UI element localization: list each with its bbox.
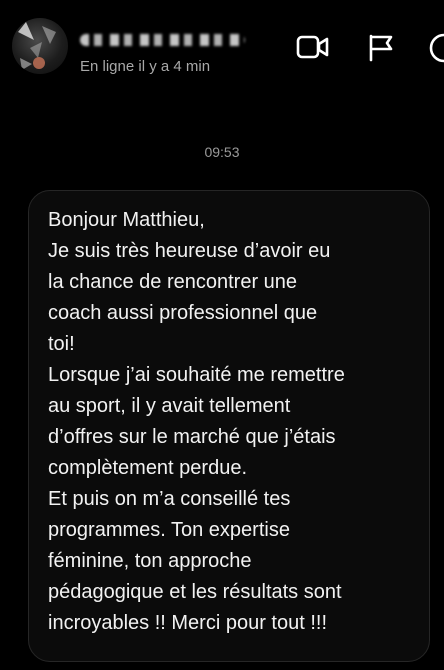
- online-status: En ligne il y a 4 min: [80, 58, 211, 75]
- info-icon[interactable]: [428, 32, 444, 64]
- chat-header: En ligne il y a 4 min: [0, 0, 444, 96]
- contact-avatar[interactable]: [12, 18, 68, 74]
- contact-name-redacted: [80, 34, 245, 46]
- message-line: féminine, ton approche: [48, 550, 252, 572]
- message-line: complètement perdue.: [48, 457, 248, 479]
- report-flag-icon[interactable]: [366, 32, 398, 64]
- message-bubble[interactable]: Bonjour Matthieu, Je suis très heureuse …: [28, 190, 430, 662]
- message-line: toi!: [48, 333, 75, 355]
- message-line: la chance de rencontrer une: [48, 271, 298, 293]
- message-line: Je suis très heureuse d’avoir eu: [48, 240, 331, 262]
- message-line: Et puis on m’a conseillé tes: [48, 488, 291, 510]
- video-call-icon[interactable]: [296, 32, 329, 64]
- message-timestamp: 09:53: [204, 144, 240, 160]
- message-line: programmes. Ton expertise: [48, 519, 290, 541]
- message-line: Lorsque j’ai souhaité me remettre: [48, 364, 345, 386]
- message-line: d’offres sur le marché que j’étais: [48, 426, 336, 448]
- message-line: au sport, il y avait tellement: [48, 395, 291, 417]
- message-line: coach aussi professionnel que: [48, 302, 318, 324]
- header-actions: [294, 32, 444, 64]
- avatar-image-icon: [18, 22, 56, 70]
- message-line: Bonjour Matthieu,: [48, 209, 205, 231]
- message-line: incroyables !! Merci pour tout !!!: [48, 612, 328, 634]
- message-line: pédagogique et les résultats sont: [48, 581, 342, 603]
